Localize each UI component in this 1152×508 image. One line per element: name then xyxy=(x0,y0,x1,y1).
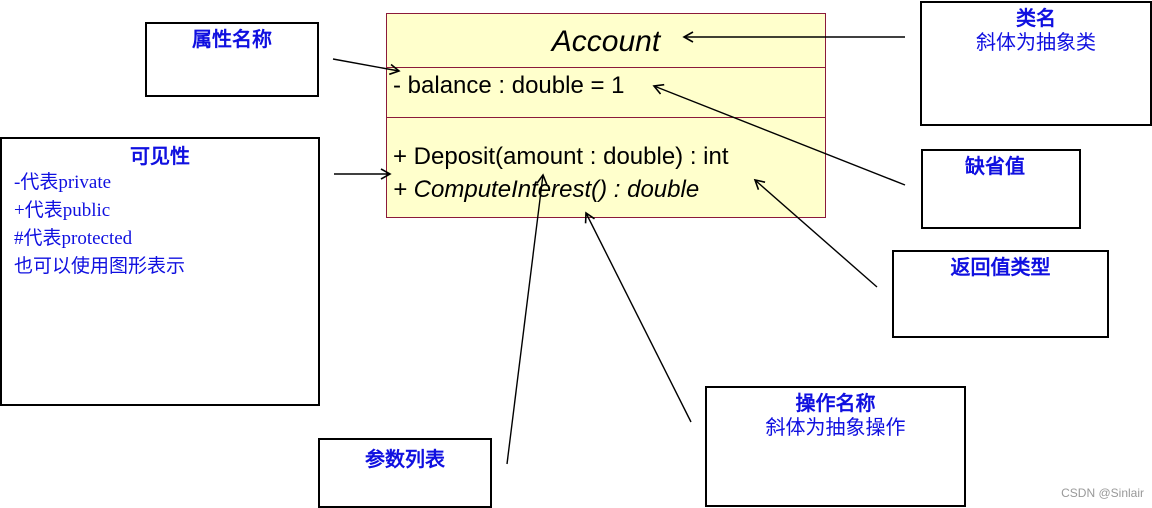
label-operation-name-subtitle: 斜体为抽象操作 xyxy=(765,417,906,439)
label-class-name-title: 类名 xyxy=(1016,8,1056,30)
label-attribute-name-title: 属性名称 xyxy=(192,29,272,51)
label-attribute-name: 属性名称 xyxy=(145,22,319,97)
operation-compute-interest: + ComputeInterest() : double xyxy=(393,176,700,203)
label-operation-name: 操作名称 斜体为抽象操作 xyxy=(705,386,966,507)
uml-class-account: Account - balance : double = 1 + Deposit… xyxy=(386,13,826,218)
label-return-type-title: 返回值类型 xyxy=(950,257,1051,279)
visibility-public: +代表public xyxy=(14,200,111,221)
label-parameter-list: 参数列表 xyxy=(318,438,492,508)
visibility-private: -代表private xyxy=(14,172,112,193)
arrow-parameter-list xyxy=(506,173,548,465)
arrow-operation-name xyxy=(584,211,692,423)
label-return-type: 返回值类型 xyxy=(892,250,1109,338)
label-default-value-title: 缺省值 xyxy=(965,156,1025,178)
watermark: CSDN @Sinlair xyxy=(1061,486,1144,500)
label-class-name: 类名 斜体为抽象类 xyxy=(920,1,1152,126)
label-operation-name-title: 操作名称 xyxy=(795,393,876,415)
label-class-name-subtitle: 斜体为抽象类 xyxy=(976,32,1096,54)
label-parameter-list-title: 参数列表 xyxy=(365,449,445,471)
class-name: Account xyxy=(387,14,825,68)
label-visibility-title: 可见性 xyxy=(130,146,190,168)
visibility-graphic-note: 也可以使用图形表示 xyxy=(14,256,186,277)
attribute-balance: - balance : double = 1 xyxy=(393,72,625,99)
label-visibility: 可见性 -代表private +代表public #代表protected 也可… xyxy=(0,137,320,406)
operation-deposit: + Deposit(amount : double) : int xyxy=(393,143,729,170)
visibility-protected: #代表protected xyxy=(14,228,133,249)
label-default-value: 缺省值 xyxy=(921,149,1081,229)
attribute-compartment: - balance : double = 1 xyxy=(387,68,825,118)
operation-compartment: + Deposit(amount : double) : int + Compu… xyxy=(387,118,825,206)
